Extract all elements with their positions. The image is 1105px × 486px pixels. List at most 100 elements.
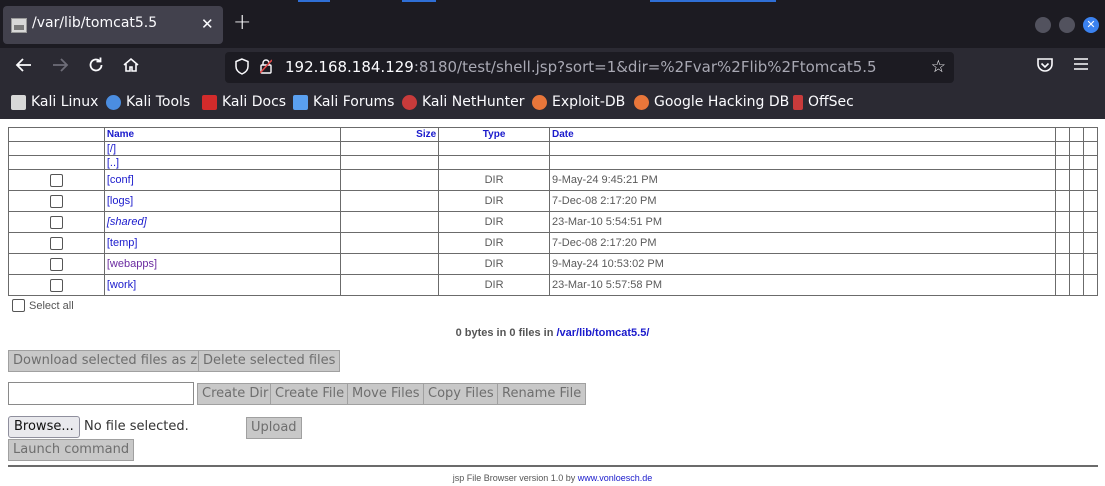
create-file-button[interactable]: Create File	[270, 383, 350, 405]
sort-by-type-link[interactable]: Type	[483, 129, 506, 140]
directory-summary: 0 bytes in 0 files in /var/lib/tomcat5.5…	[0, 327, 1105, 339]
dir-link-shared[interactable]: [shared]	[107, 216, 147, 228]
browse-button[interactable]: Browse...	[8, 416, 80, 438]
url-host: 192.168.184.129	[285, 58, 414, 76]
row-checkbox[interactable]	[49, 257, 63, 271]
tab-indicator	[402, 0, 436, 2]
upload-button[interactable]: Upload	[246, 417, 302, 439]
tab-strip: /var/lib/tomcat5.5 ✕ + ✕	[0, 0, 1105, 48]
tracking-shield-icon[interactable]	[234, 58, 250, 79]
create-dir-button[interactable]: Create Dir	[197, 383, 274, 405]
bookmark-label: Google Hacking DB	[654, 94, 790, 110]
window-close-button[interactable]: ✕	[1083, 17, 1099, 33]
type-cell: DIR	[438, 169, 550, 191]
root-dir-link[interactable]: [/]	[107, 143, 116, 155]
copy-files-button[interactable]: Copy Files	[423, 383, 499, 405]
table-row: [work] DIR 23-Mar-10 5:57:58 PM	[8, 274, 1098, 296]
bookmark-kali-tools[interactable]: Kali Tools	[106, 94, 190, 110]
url-text[interactable]: 192.168.184.129:8180/test/shell.jsp?sort…	[285, 58, 877, 76]
dir-link-conf[interactable]: [conf]	[107, 174, 134, 186]
summary-text: 0 bytes in 0 files in	[455, 327, 557, 339]
select-all-control[interactable]: Select all	[12, 299, 74, 312]
date-cell: 23-Mar-10 5:57:58 PM	[548, 274, 1057, 296]
bookmark-label: Exploit-DB	[552, 94, 626, 110]
launch-command-button[interactable]: Launch command	[8, 439, 135, 461]
minimize-button[interactable]	[1035, 17, 1051, 33]
kali-docs-icon	[202, 94, 217, 110]
footer: jsp File Browser version 1.0 by www.vonl…	[0, 473, 1105, 483]
page-content: Name Size Type Date [/] [..] [conf] DIR …	[0, 119, 1105, 486]
select-all-label: Select all	[29, 299, 74, 312]
header-extra	[1055, 127, 1071, 142]
row-checkbox[interactable]	[49, 278, 63, 292]
address-bar[interactable]: 192.168.184.129:8180/test/shell.jsp?sort…	[225, 52, 954, 83]
url-path: :8180/test/shell.jsp?sort=1&dir=%2Fvar%2…	[413, 58, 877, 76]
parent-dir-link[interactable]: [..]	[107, 157, 119, 169]
home-icon[interactable]	[122, 56, 140, 80]
new-tab-icon[interactable]: +	[233, 11, 251, 35]
bookmark-kali-docs[interactable]: Kali Docs	[202, 94, 286, 110]
pocket-icon[interactable]	[1036, 56, 1054, 80]
header-extra	[1083, 127, 1098, 142]
type-cell: DIR	[438, 253, 550, 275]
type-cell: DIR	[438, 190, 550, 212]
bookmarks-toolbar: Kali Linux Kali Tools Kali Docs Kali For…	[0, 88, 1105, 119]
sort-by-date-link[interactable]: Date	[552, 129, 574, 140]
row-checkbox[interactable]	[49, 215, 63, 229]
size-cell	[340, 253, 440, 275]
dir-link-logs[interactable]: [logs]	[107, 195, 133, 207]
select-all-checkbox[interactable]	[12, 299, 25, 312]
maximize-button[interactable]	[1059, 17, 1075, 33]
row-checkbox[interactable]	[49, 173, 63, 187]
file-table: Name Size Type Date [/] [..] [conf] DIR …	[8, 127, 1098, 296]
tab-indicator	[650, 0, 776, 2]
sort-by-size-link[interactable]: Size	[416, 129, 436, 140]
row-checkbox[interactable]	[49, 236, 63, 250]
dir-link-webapps[interactable]: [webapps]	[107, 258, 157, 270]
tab-active[interactable]: /var/lib/tomcat5.5 ✕	[3, 6, 223, 44]
delete-selected-button[interactable]: Delete selected files	[198, 350, 341, 372]
bookmark-label: Kali Linux	[31, 94, 99, 110]
sort-by-name-link[interactable]: Name	[107, 129, 134, 140]
filename-input[interactable]	[8, 382, 194, 405]
header-type[interactable]: Type	[438, 127, 550, 142]
nethunter-icon	[402, 94, 417, 110]
bookmark-google-hacking-db[interactable]: Google Hacking DB	[634, 94, 789, 110]
table-row: [conf] DIR 9-May-24 9:45:21 PM	[8, 169, 1098, 191]
type-cell: DIR	[438, 211, 550, 233]
bookmark-kali-linux[interactable]: Kali Linux	[11, 94, 98, 110]
bookmark-star-icon[interactable]: ☆	[931, 57, 946, 77]
back-arrow-icon[interactable]	[15, 56, 33, 80]
header-size[interactable]: Size	[340, 127, 440, 142]
browser-chrome: /var/lib/tomcat5.5 ✕ + ✕ 192.168.184.129…	[0, 0, 1105, 119]
footer-divider	[8, 465, 1098, 467]
date-cell: 9-May-24 10:53:02 PM	[548, 253, 1057, 275]
footer-text: jsp File Browser version 1.0 by	[452, 473, 578, 483]
insecure-lock-icon[interactable]	[259, 59, 273, 74]
header-date[interactable]: Date	[548, 127, 1057, 142]
size-cell	[340, 232, 440, 254]
ghdb-icon	[634, 94, 649, 110]
dir-link-temp[interactable]: [temp]	[107, 237, 138, 249]
vonloesch-link[interactable]: www.vonloesch.de	[578, 473, 653, 483]
table-row-parent: [..]	[8, 155, 1098, 170]
current-path-link[interactable]: /var/lib/tomcat5.5/	[556, 327, 649, 339]
header-name[interactable]: Name	[103, 127, 342, 142]
bookmark-exploit-db[interactable]: Exploit-DB	[532, 94, 625, 110]
dir-link-work[interactable]: [work]	[107, 279, 136, 291]
hamburger-menu-icon[interactable]	[1073, 56, 1089, 78]
kali-forums-icon	[293, 94, 308, 110]
bookmark-offsec[interactable]: OffSec	[793, 94, 854, 110]
download-zip-button[interactable]: Download selected files as zip	[8, 350, 215, 372]
tab-close-icon[interactable]: ✕	[201, 15, 214, 33]
rename-file-button[interactable]: Rename File	[497, 383, 587, 405]
row-checkbox[interactable]	[49, 194, 63, 208]
move-files-button[interactable]: Move Files	[347, 383, 425, 405]
reload-icon[interactable]	[87, 56, 105, 80]
forward-arrow-icon[interactable]	[51, 56, 69, 80]
bookmark-label: Kali Tools	[126, 94, 191, 110]
offsec-icon	[793, 94, 803, 110]
bookmark-kali-forums[interactable]: Kali Forums	[293, 94, 394, 110]
table-row: [logs] DIR 7-Dec-08 2:17:20 PM	[8, 190, 1098, 212]
bookmark-kali-nethunter[interactable]: Kali NetHunter	[402, 94, 524, 110]
